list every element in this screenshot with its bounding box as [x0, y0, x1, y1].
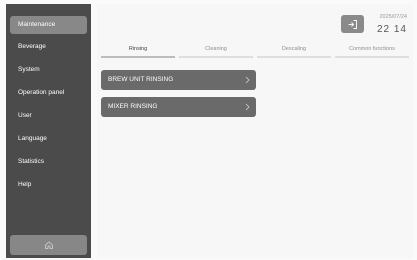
brew-unit-rinsing-button[interactable]: BREW UNIT RINSING [101, 70, 256, 90]
screen: Maintenance Beverage System Operation pa… [0, 0, 417, 260]
time-display: 22 14 [376, 24, 407, 35]
tab-descaling[interactable]: Descaling [257, 44, 331, 58]
main-panel: 2025/07/24 22 14 Rinsing Cleaning Descal… [97, 4, 413, 258]
tab-label: Common functions [349, 46, 395, 52]
tab-rinsing[interactable]: Rinsing [101, 44, 175, 58]
sidebar-item-statistics[interactable]: Statistics [10, 153, 87, 171]
tab-indicator [179, 56, 253, 58]
tab-label: Cleaning [205, 46, 227, 52]
sidebar-item-user[interactable]: User [10, 107, 87, 125]
sidebar-item-label: Statistics [18, 158, 45, 165]
home-icon [44, 241, 53, 249]
sidebar-item-label: Operation panel [18, 89, 65, 96]
sidebar-item-language[interactable]: Language [10, 130, 87, 148]
mixer-rinsing-button[interactable]: MIXER RINSING [101, 97, 256, 117]
sidebar-item-label: Maintenance [18, 21, 56, 28]
sidebar-item-label: System [18, 66, 40, 73]
sidebar-item-system[interactable]: System [10, 61, 87, 79]
chevron-right-icon [245, 97, 250, 117]
tab-common-functions[interactable]: Common functions [335, 44, 409, 58]
tab-indicator [101, 56, 175, 58]
tab-label: Rinsing [128, 46, 148, 52]
sidebar-item-label: Beverage [18, 43, 46, 50]
date-display: 2025/07/24 [379, 14, 407, 20]
sidebar: Maintenance Beverage System Operation pa… [6, 4, 91, 258]
sidebar-item-help[interactable]: Help [10, 176, 87, 194]
chevron-right-icon [245, 70, 250, 90]
sidebar-item-beverage[interactable]: Beverage [10, 38, 87, 56]
sidebar-item-label: Language [18, 135, 47, 142]
tab-label: Descaling [281, 46, 307, 52]
logout-icon [348, 19, 357, 29]
home-button[interactable] [10, 235, 87, 255]
tab-indicator [335, 56, 409, 58]
sidebar-item-maintenance[interactable]: Maintenance [10, 16, 87, 34]
sidebar-item-operation-panel[interactable]: Operation panel [10, 84, 87, 102]
button-label: MIXER RINSING [108, 103, 158, 110]
tab-bar: Rinsing Cleaning Descaling Common functi… [101, 44, 409, 58]
button-label: BREW UNIT RINSING [108, 76, 174, 83]
tab-cleaning[interactable]: Cleaning [179, 44, 253, 58]
sidebar-item-label: Help [18, 181, 32, 188]
logout-button[interactable] [341, 15, 364, 33]
tab-indicator [257, 56, 331, 58]
sidebar-item-label: User [18, 112, 32, 119]
